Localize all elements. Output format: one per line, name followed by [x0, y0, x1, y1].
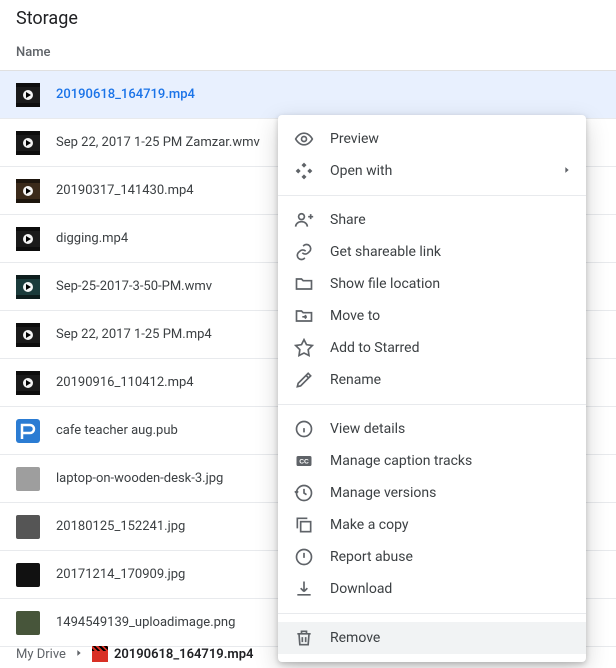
context-menu: Preview Open with Share Get shareable li…: [278, 115, 586, 662]
menu-show-location[interactable]: Show file location: [278, 268, 586, 300]
info-icon: [294, 419, 314, 439]
image-thumb-icon: [16, 563, 40, 587]
file-name: 20190618_164719.mp4: [56, 87, 195, 102]
file-name: Sep 22, 2017 1-25 PM Zamzar.wmv: [56, 135, 260, 150]
file-name: 20190317_141430.mp4: [56, 183, 194, 198]
menu-add-starred[interactable]: Add to Starred: [278, 332, 586, 364]
menu-versions[interactable]: Manage versions: [278, 477, 586, 509]
report-icon: [294, 547, 314, 567]
svg-text:CC: CC: [299, 459, 309, 466]
menu-remove[interactable]: Remove: [278, 622, 586, 654]
menu-get-link[interactable]: Get shareable link: [278, 236, 586, 268]
menu-move-to[interactable]: Move to: [278, 300, 586, 332]
chevron-right-icon: [562, 163, 572, 179]
file-name: laptop-on-wooden-desk-3.jpg: [56, 471, 223, 486]
image-thumb-icon: [16, 467, 40, 491]
file-name: 1494549139_uploadimage.png: [56, 615, 235, 630]
publisher-icon: [16, 419, 40, 443]
menu-copy[interactable]: Make a copy: [278, 509, 586, 541]
open-with-icon: [294, 161, 314, 181]
download-icon: [294, 579, 314, 599]
breadcrumb: My Drive 20190618_164719.mp4: [16, 646, 253, 662]
menu-preview[interactable]: Preview: [278, 123, 586, 155]
video-thumb-icon: [16, 323, 40, 347]
file-name: 20171214_170909.jpg: [56, 567, 185, 582]
eye-icon: [294, 129, 314, 149]
video-thumb-icon: [16, 179, 40, 203]
folder-move-icon: [294, 306, 314, 326]
person-add-icon: [294, 210, 314, 230]
menu-divider: [278, 613, 586, 614]
menu-rename[interactable]: Rename: [278, 364, 586, 396]
video-thumb-icon: [16, 371, 40, 395]
file-name: 20190916_110412.mp4: [56, 375, 194, 390]
file-name: digging.mp4: [56, 231, 128, 246]
menu-captions[interactable]: CC Manage caption tracks: [278, 445, 586, 477]
folder-icon: [294, 274, 314, 294]
menu-open-with[interactable]: Open with: [278, 155, 586, 187]
video-thumb-icon: [16, 83, 40, 107]
file-name: cafe teacher aug.pub: [56, 423, 178, 438]
file-name: 20180125_152241.jpg: [56, 519, 185, 534]
breadcrumb-current[interactable]: 20190618_164719.mp4: [92, 646, 254, 662]
image-thumb-icon: [16, 611, 40, 635]
page-title: Storage: [0, 0, 616, 35]
menu-divider: [278, 404, 586, 405]
video-thumb-icon: [16, 275, 40, 299]
star-icon: [294, 338, 314, 358]
pencil-icon: [294, 370, 314, 390]
copy-icon: [294, 515, 314, 535]
menu-divider: [278, 195, 586, 196]
menu-view-details[interactable]: View details: [278, 413, 586, 445]
video-thumb-icon: [16, 131, 40, 155]
file-name: Sep-25-2017-3-50-PM.wmv: [56, 279, 212, 294]
breadcrumb-root[interactable]: My Drive: [16, 647, 66, 662]
column-header-name[interactable]: Name: [0, 35, 616, 71]
image-thumb-icon: [16, 515, 40, 539]
link-icon: [294, 242, 314, 262]
chevron-right-icon: [74, 647, 84, 662]
menu-download[interactable]: Download: [278, 573, 586, 605]
video-file-icon: [92, 646, 108, 662]
history-icon: [294, 483, 314, 503]
file-row[interactable]: 20190618_164719.mp4: [0, 71, 616, 119]
menu-report[interactable]: Report abuse: [278, 541, 586, 573]
menu-share[interactable]: Share: [278, 204, 586, 236]
cc-icon: CC: [294, 451, 314, 471]
file-name: Sep 22, 2017 1-25 PM.mp4: [56, 327, 212, 342]
video-thumb-icon: [16, 227, 40, 251]
trash-icon: [294, 628, 314, 648]
